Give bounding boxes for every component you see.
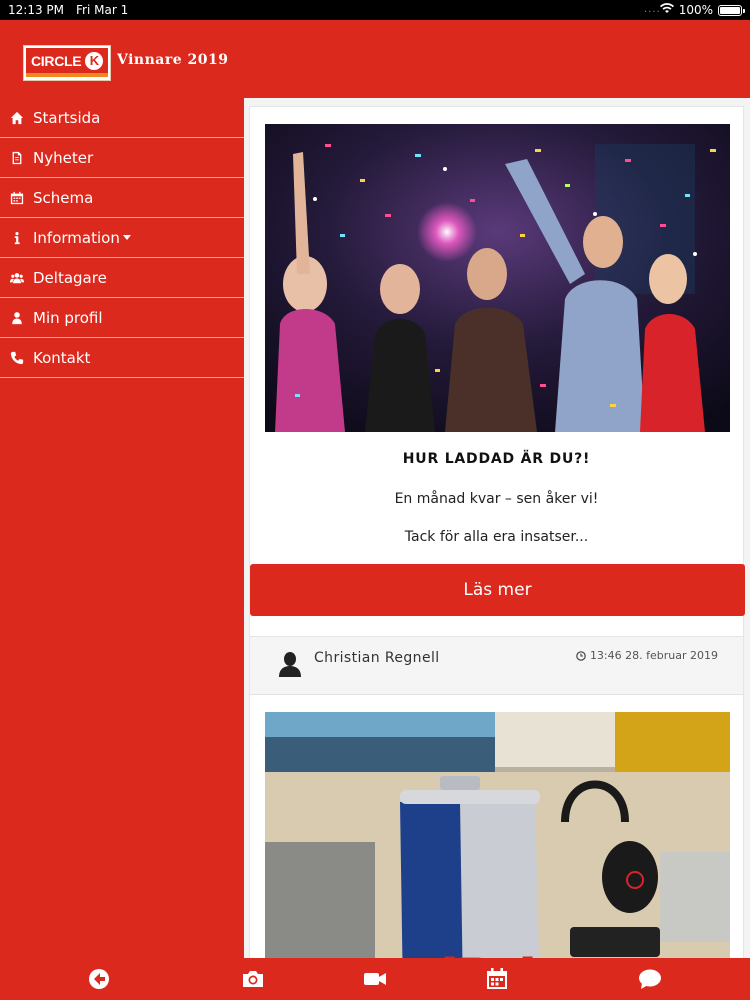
status-time: 12:13 PM	[8, 3, 64, 17]
read-more-button[interactable]: Läs mer	[250, 564, 745, 616]
sidebar-item-schema[interactable]: Schema	[0, 178, 244, 218]
users-icon	[9, 270, 25, 286]
chat-icon[interactable]	[637, 966, 663, 992]
sidebar-item-label: Nyheter	[33, 148, 94, 167]
status-bar: 12:13 PM Fri Mar 1 .... 100%	[0, 0, 750, 20]
post-excerpt-line: Tack för alla era insatser...	[404, 529, 589, 545]
app-title: Vinnare 2019	[117, 52, 229, 68]
circle-k-logo[interactable]: CIRCLE K	[23, 45, 111, 81]
home-icon	[9, 110, 25, 126]
timestamp-text: 13:46 28. februar 2019	[589, 649, 718, 662]
bottom-toolbar	[0, 958, 750, 1000]
battery-icon	[718, 4, 745, 16]
news-card: HUR LADDAD ÄR DU?! En månad kvar – sen å…	[249, 106, 745, 641]
sidebar-item-deltagare[interactable]: Deltagare	[0, 258, 244, 298]
news-card: Christian Regnell 13:46 28. februar 2019	[249, 636, 744, 958]
sidebar-item-min-profil[interactable]: Min profil	[0, 298, 244, 338]
sidebar-item-label: Min profil	[33, 308, 103, 327]
sidebar-nav: Startsida Nyheter Schema Information Del…	[0, 98, 244, 378]
sidebar-item-information[interactable]: Information	[0, 218, 244, 258]
energy-drink-photo[interactable]: edBul	[265, 712, 730, 958]
logo-k: K	[85, 51, 104, 70]
sidebar-item-label: Schema	[33, 188, 94, 207]
video-icon[interactable]	[362, 966, 388, 992]
phone-icon	[9, 350, 25, 366]
app-header: CIRCLE K Vinnare 2019	[0, 20, 750, 98]
info-icon	[9, 230, 25, 246]
sidebar-item-label: Kontakt	[33, 348, 91, 367]
party-photo[interactable]	[265, 124, 730, 432]
news-feed[interactable]: HUR LADDAD ÄR DU?! En månad kvar – sen å…	[244, 98, 750, 958]
avatar-icon[interactable]	[278, 651, 302, 677]
post-excerpt-line: En månad kvar – sen åker vi!	[394, 491, 599, 507]
calendar-icon[interactable]	[484, 966, 510, 992]
post-title: HUR LADDAD ÄR DU?!	[402, 451, 591, 467]
sidebar-item-kontakt[interactable]: Kontakt	[0, 338, 244, 378]
multitasking-dots: ....	[644, 4, 661, 15]
svg-text:edBul: edBul	[405, 950, 537, 958]
sidebar-item-nyheter[interactable]: Nyheter	[0, 138, 244, 178]
post-header: Christian Regnell 13:46 28. februar 2019	[250, 637, 743, 695]
back-arrow-icon[interactable]	[86, 966, 112, 992]
camera-icon[interactable]	[240, 966, 266, 992]
clock-icon	[576, 650, 586, 661]
document-icon	[9, 150, 25, 166]
sidebar-item-startsida[interactable]: Startsida	[0, 98, 244, 138]
logo-text: CIRCLE	[31, 52, 82, 69]
calendar-icon	[9, 190, 25, 206]
sidebar-item-label: Information	[33, 228, 120, 247]
sidebar-item-label: Deltagare	[33, 268, 107, 287]
post-timestamp: 13:46 28. februar 2019	[576, 649, 718, 662]
user-icon	[9, 310, 25, 326]
battery-percent: 100%	[678, 3, 713, 17]
logo-stripe	[26, 73, 108, 77]
sidebar-item-label: Startsida	[33, 108, 101, 127]
status-date: Fri Mar 1	[76, 3, 129, 17]
wifi-icon	[659, 3, 674, 17]
caret-down-icon	[122, 235, 131, 240]
post-author[interactable]: Christian Regnell	[314, 650, 440, 666]
